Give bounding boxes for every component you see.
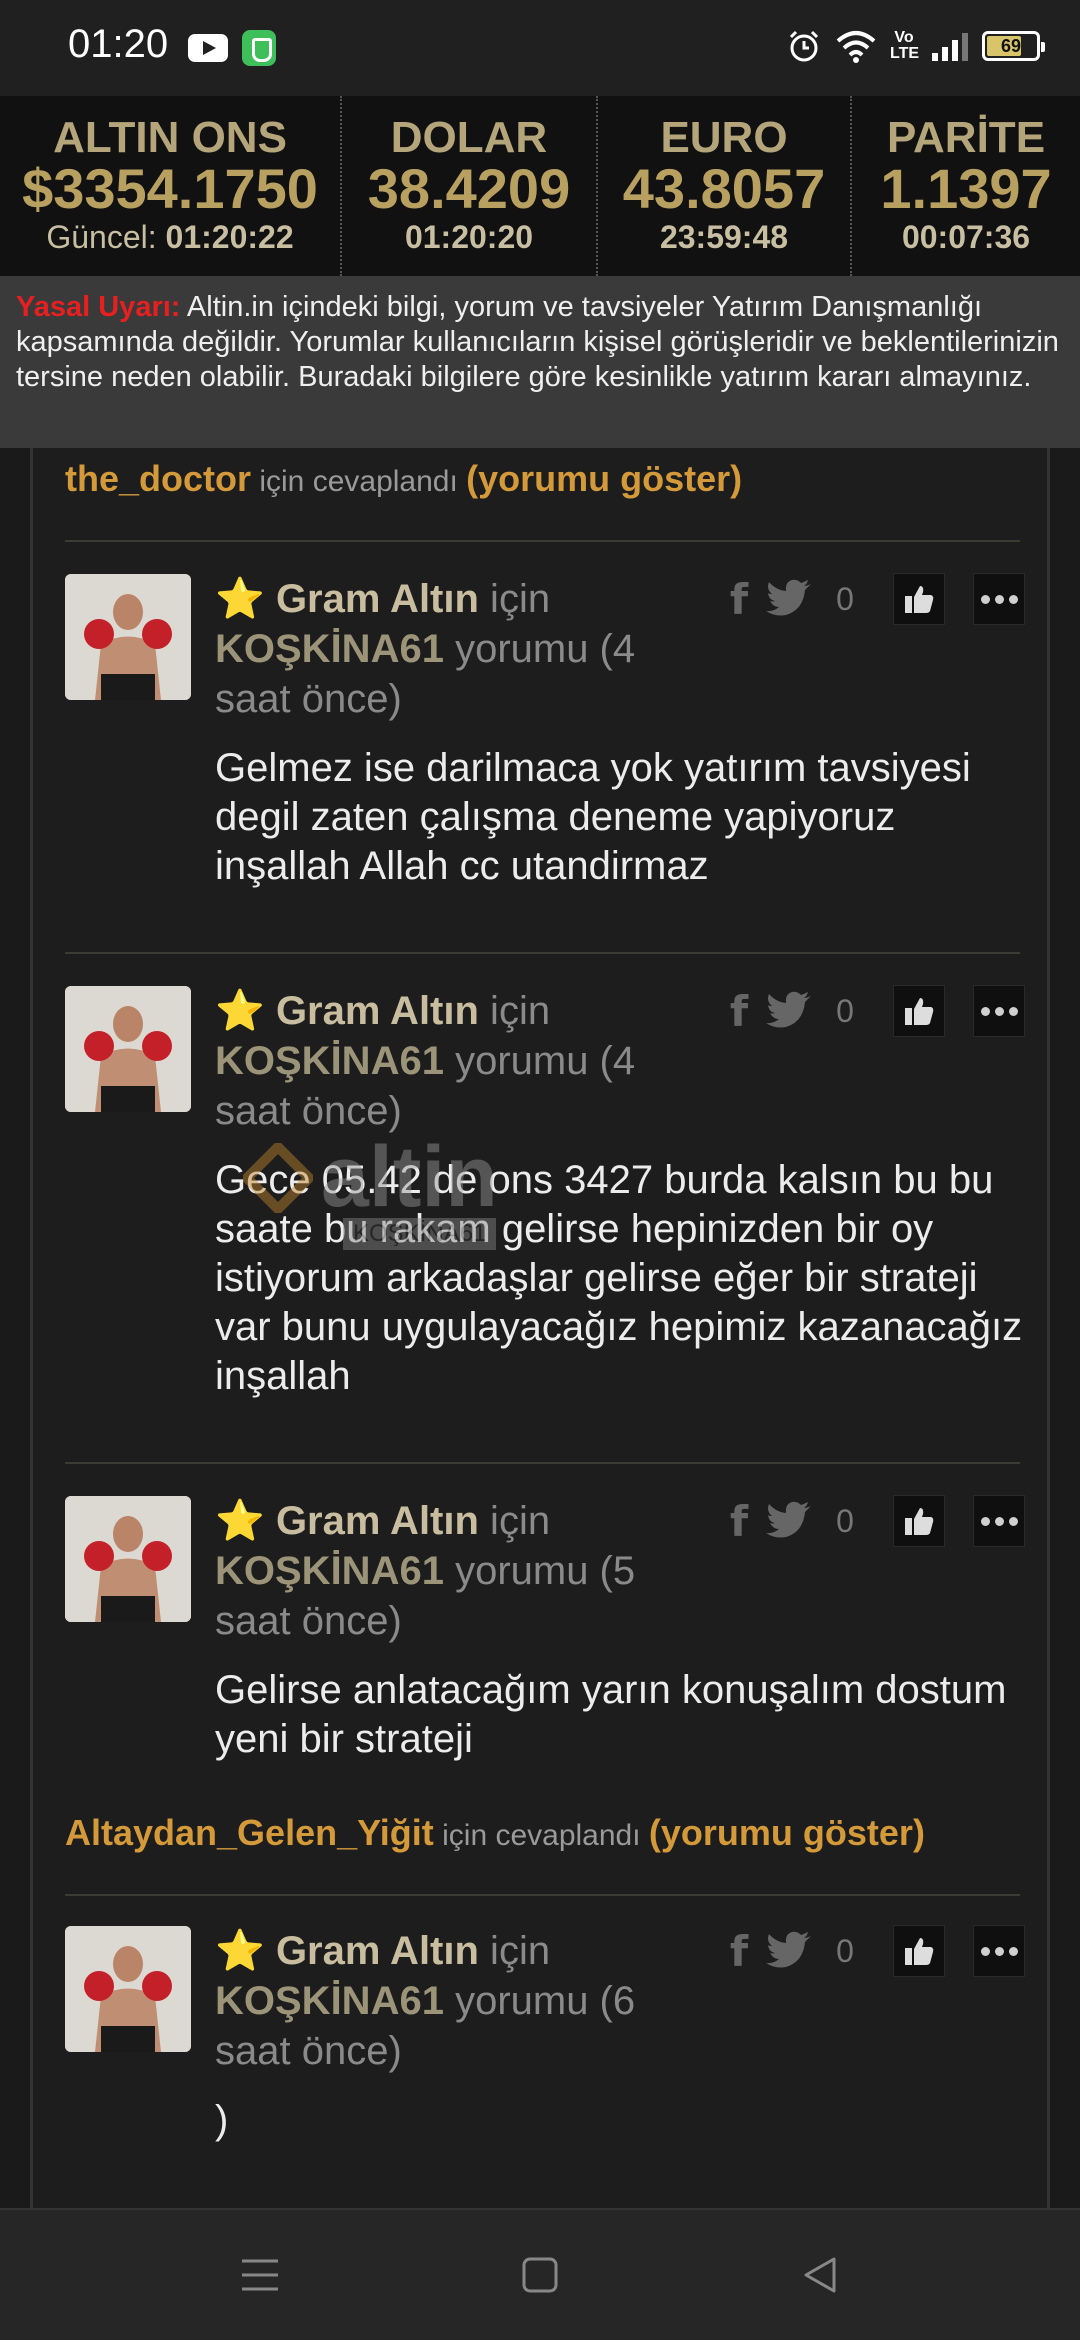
- back-icon[interactable]: [790, 2245, 850, 2305]
- legal-warning: Yasal Uyarı: Altin.in içindeki bilgi, yo…: [0, 276, 1080, 448]
- comment-header: ⭐ Gram Altın için KOŞKİNA61 yorumu (4 sa…: [215, 989, 636, 1133]
- comment-body: ): [215, 2098, 229, 2142]
- avatar[interactable]: [65, 1496, 191, 1622]
- battery-level: 69: [1000, 36, 1022, 56]
- divider: [65, 1462, 1020, 1464]
- youtube-icon: [188, 34, 228, 62]
- comment-actions: f 0: [719, 573, 1025, 625]
- comment-symbol[interactable]: Gram Altın: [276, 577, 479, 621]
- more-options-icon[interactable]: [973, 573, 1025, 625]
- divider: [65, 952, 1020, 954]
- thumbs-up-icon[interactable]: [893, 985, 945, 1037]
- comment-body: Gelirse anlatacağım yarın konuşalım dost…: [215, 1668, 1007, 1761]
- comment-username[interactable]: KOŞKİNA61: [215, 1039, 444, 1083]
- more-options-icon[interactable]: [973, 1925, 1025, 1977]
- ticker-name: DOLAR: [390, 113, 548, 162]
- ticker-value: 43.8057: [622, 157, 826, 220]
- comment-actions: f 0: [719, 1495, 1025, 1547]
- facebook-icon[interactable]: f: [719, 1497, 759, 1546]
- comment-header: ⭐ Gram Altın için KOŞKİNA61 yorumu (4 sa…: [215, 577, 636, 721]
- star-icon: ⭐: [215, 989, 265, 1033]
- wifi-icon: [836, 31, 876, 63]
- ticker-time: Güncel: 01:20:22: [46, 219, 294, 255]
- like-count: 0: [836, 1502, 854, 1539]
- ticker-value: $3354.1750: [22, 157, 318, 220]
- star-icon: ⭐: [215, 1929, 265, 1973]
- price-ticker: ALTIN ONS $3354.1750 Güncel: 01:20:22 DO…: [0, 96, 1080, 276]
- ticker-name: ALTIN ONS: [53, 113, 287, 162]
- comment-actions: f 0: [719, 1925, 1025, 1977]
- home-icon[interactable]: [510, 2245, 570, 2305]
- like-count: 0: [836, 580, 854, 617]
- facebook-icon[interactable]: f: [719, 575, 759, 624]
- avatar[interactable]: [65, 1926, 191, 2052]
- comment-actions: f 0: [719, 985, 1025, 1037]
- comment-body: Gelmez ise darilmaca yok yatırım tavsiye…: [215, 746, 971, 888]
- ticker-name: EURO: [660, 113, 788, 162]
- comment-header: ⭐ Gram Altın için KOŞKİNA61 yorumu (6 sa…: [215, 1929, 636, 2073]
- menu-icon[interactable]: [230, 2245, 290, 2305]
- ticker-time: 00:07:36: [901, 219, 1031, 255]
- twitter-icon[interactable]: [763, 1501, 815, 1541]
- comment-username[interactable]: KOŞKİNA61: [215, 1979, 444, 2023]
- twitter-icon[interactable]: [763, 579, 815, 619]
- comment-symbol[interactable]: Gram Altın: [276, 1499, 479, 1543]
- status-time: 01:20: [68, 22, 169, 66]
- facebook-icon[interactable]: f: [719, 1927, 759, 1976]
- avatar[interactable]: [65, 986, 191, 1112]
- status-icons: Vo LTE 69: [786, 28, 1045, 64]
- ticker-name: PARİTE: [886, 113, 1046, 162]
- reply-username[interactable]: the_doctor: [65, 458, 251, 499]
- ticker-dolar[interactable]: DOLAR 38.4209 01:20:20: [342, 96, 598, 276]
- twitter-icon[interactable]: [763, 1931, 815, 1971]
- like-count: 0: [836, 992, 854, 1029]
- like-count: 0: [836, 1932, 854, 1969]
- reply-username[interactable]: Altaydan_Gelen_Yiğit: [65, 1812, 434, 1853]
- ticker-parite[interactable]: PARİTE 1.1397 00:07:36: [852, 96, 1080, 276]
- comment-username[interactable]: KOŞKİNA61: [215, 1549, 444, 1593]
- avatar[interactable]: [65, 574, 191, 700]
- facebook-icon[interactable]: f: [719, 987, 759, 1036]
- comment-symbol[interactable]: Gram Altın: [276, 1929, 479, 1973]
- divider: [65, 540, 1020, 542]
- twitter-icon[interactable]: [763, 991, 815, 1031]
- battery-icon: 69: [982, 31, 1045, 61]
- more-options-icon[interactable]: [973, 1495, 1025, 1547]
- ticker-time: 23:59:48: [659, 219, 789, 255]
- comment-header: ⭐ Gram Altın için KOŞKİNA61 yorumu (5 sa…: [215, 1499, 636, 1643]
- reply-context: Altaydan_Gelen_Yiğit için cevaplandı (yo…: [65, 1812, 925, 1853]
- status-bar: 01:20 Vo LTE 69: [0, 0, 1080, 96]
- ticker-value: 38.4209: [367, 157, 571, 220]
- system-nav-bar: [0, 2208, 1080, 2340]
- alarm-icon: [789, 30, 819, 62]
- more-options-icon[interactable]: [973, 985, 1025, 1037]
- comment-symbol[interactable]: Gram Altın: [276, 989, 479, 1033]
- thumbs-up-icon[interactable]: [893, 573, 945, 625]
- comment-body: Gece 05.42 de ons 3427 burda kalsın bu b…: [215, 1158, 1023, 1398]
- star-icon: ⭐: [215, 577, 265, 621]
- thumbs-up-icon[interactable]: [893, 1495, 945, 1547]
- volte-icon: Vo LTE: [890, 29, 920, 62]
- ticker-euro[interactable]: EURO 43.8057 23:59:48: [598, 96, 852, 276]
- warning-label: Yasal Uyarı:: [16, 291, 181, 323]
- shield-icon: [242, 30, 276, 66]
- star-icon: ⭐: [215, 1499, 265, 1543]
- ticker-time: 01:20:20: [404, 219, 534, 255]
- comments-list[interactable]: the_doctor için cevaplandı (yorumu göste…: [30, 448, 1050, 2208]
- show-comment-link[interactable]: (yorumu göster): [649, 1812, 925, 1853]
- reply-context: the_doctor için cevaplandı (yorumu göste…: [65, 458, 743, 499]
- signal-icon: [932, 31, 968, 61]
- divider: [65, 1894, 1020, 1896]
- ticker-altin-ons[interactable]: ALTIN ONS $3354.1750 Güncel: 01:20:22: [0, 96, 342, 276]
- show-comment-link[interactable]: (yorumu göster): [466, 458, 742, 499]
- ticker-value: 1.1397: [880, 157, 1052, 220]
- comment-username[interactable]: KOŞKİNA61: [215, 627, 444, 671]
- thumbs-up-icon[interactable]: [893, 1925, 945, 1977]
